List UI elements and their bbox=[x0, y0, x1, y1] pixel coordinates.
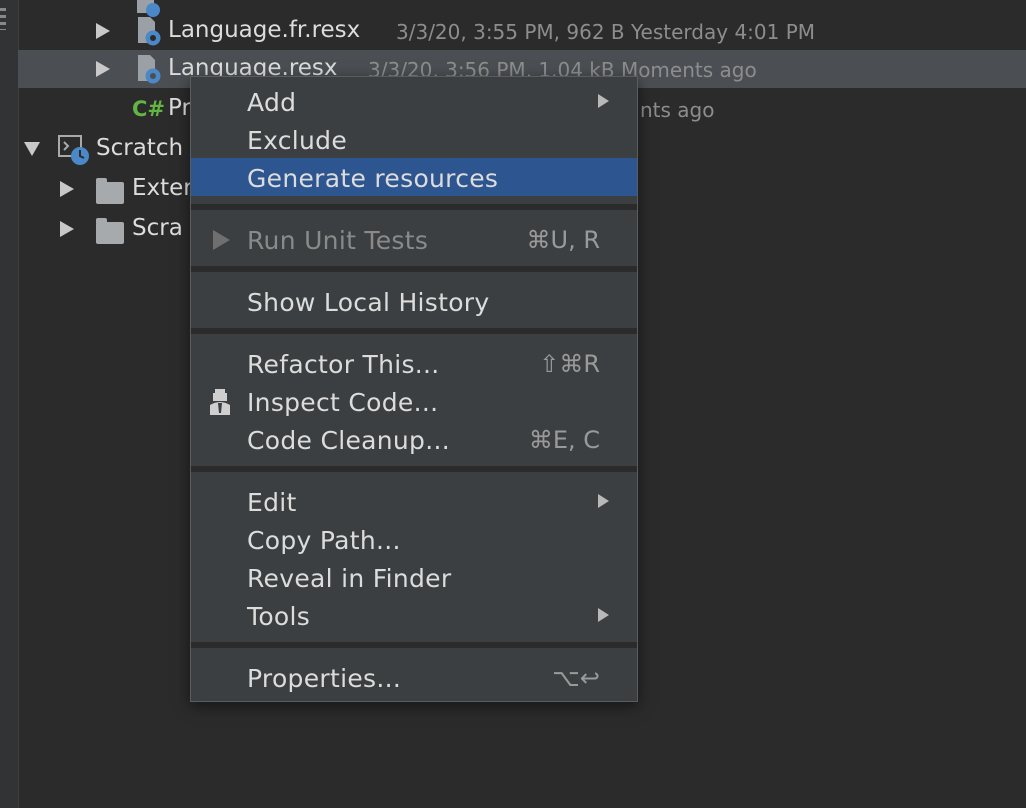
menu-item-copy-path[interactable]: Copy Path... bbox=[191, 520, 637, 558]
menu-item-generate-resources[interactable]: Generate resources bbox=[191, 158, 637, 196]
menu-item-label: Properties... bbox=[247, 664, 402, 693]
menu-item-label: Generate resources bbox=[247, 164, 499, 193]
file-meta: nts ago bbox=[640, 98, 715, 122]
menu-item-tools[interactable]: Tools bbox=[191, 596, 637, 634]
menu-item-label: Reveal in Finder bbox=[247, 564, 452, 593]
context-menu: Add Exclude Generate resources Run Unit … bbox=[190, 76, 638, 702]
menu-item-inspect-code[interactable]: Inspect Code... bbox=[191, 382, 637, 420]
tree-row-language-fr-resx[interactable]: Language.fr.resx 3/3/20, 3:55 PM, 962 B … bbox=[18, 12, 1026, 50]
menu-item-shortcut: ⌘E, C bbox=[528, 426, 600, 454]
menu-item-shortcut: ⇧⌘R bbox=[539, 350, 600, 378]
resx-file-icon bbox=[136, 54, 162, 84]
menu-item-reveal-in-finder[interactable]: Reveal in Finder bbox=[191, 558, 637, 596]
menu-item-label: Tools bbox=[247, 602, 311, 631]
menu-item-shortcut: ⌥↩ bbox=[552, 664, 600, 692]
menu-item-edit[interactable]: Edit bbox=[191, 482, 637, 520]
menu-item-label: Inspect Code... bbox=[247, 388, 439, 417]
menu-item-code-cleanup[interactable]: Code Cleanup... ⌘E, C bbox=[191, 420, 637, 458]
file-meta: 3/3/20, 3:55 PM, 962 B Yesterday 4:01 PM bbox=[396, 20, 816, 44]
menu-item-label: Run Unit Tests bbox=[247, 226, 429, 255]
expand-arrow-icon[interactable] bbox=[96, 61, 110, 77]
menu-item-refactor-this[interactable]: Refactor This... ⇧⌘R bbox=[191, 344, 637, 382]
gutter-marker bbox=[0, 8, 6, 30]
menu-item-label: Copy Path... bbox=[247, 526, 401, 555]
resx-file-icon bbox=[136, 16, 162, 46]
csharp-file-icon: C# bbox=[132, 97, 166, 121]
file-name: Pr bbox=[168, 95, 191, 121]
folder-icon bbox=[96, 178, 124, 204]
file-name: Language.fr.resx bbox=[168, 17, 361, 43]
menu-separator bbox=[191, 466, 637, 472]
left-gutter bbox=[0, 0, 19, 808]
menu-item-exclude[interactable]: Exclude bbox=[191, 120, 637, 158]
menu-separator bbox=[191, 328, 637, 334]
menu-item-show-local-history[interactable]: Show Local History bbox=[191, 282, 637, 320]
menu-item-label: Add bbox=[247, 88, 297, 117]
expand-arrow-icon[interactable] bbox=[96, 23, 110, 39]
menu-item-add[interactable]: Add bbox=[191, 82, 637, 120]
expand-arrow-icon[interactable] bbox=[60, 181, 74, 197]
menu-item-run-unit-tests[interactable]: Run Unit Tests ⌘U, R bbox=[191, 220, 637, 258]
menu-separator bbox=[191, 266, 637, 272]
menu-separator bbox=[191, 204, 637, 210]
folder-icon bbox=[96, 218, 124, 244]
menu-item-label: Exclude bbox=[247, 126, 348, 155]
expand-arrow-icon[interactable] bbox=[60, 221, 74, 237]
inspect-code-icon bbox=[208, 389, 232, 419]
menu-item-label: Refactor This... bbox=[247, 350, 440, 379]
submenu-arrow-icon bbox=[598, 94, 609, 108]
menu-item-label: Edit bbox=[247, 488, 297, 517]
menu-item-label: Show Local History bbox=[247, 288, 490, 317]
run-icon bbox=[213, 230, 230, 250]
scratches-icon bbox=[58, 134, 92, 166]
folder-name: Scra bbox=[132, 215, 183, 241]
menu-item-shortcut: ⌘U, R bbox=[526, 226, 601, 254]
collapse-arrow-icon[interactable] bbox=[24, 142, 40, 156]
submenu-arrow-icon bbox=[598, 608, 609, 622]
submenu-arrow-icon bbox=[598, 494, 609, 508]
menu-separator bbox=[191, 642, 637, 648]
folder-name: Scratch bbox=[96, 135, 184, 161]
folder-name: Exter bbox=[132, 175, 193, 201]
menu-item-label: Code Cleanup... bbox=[247, 426, 450, 455]
menu-item-properties[interactable]: Properties... ⌥↩ bbox=[191, 658, 637, 696]
